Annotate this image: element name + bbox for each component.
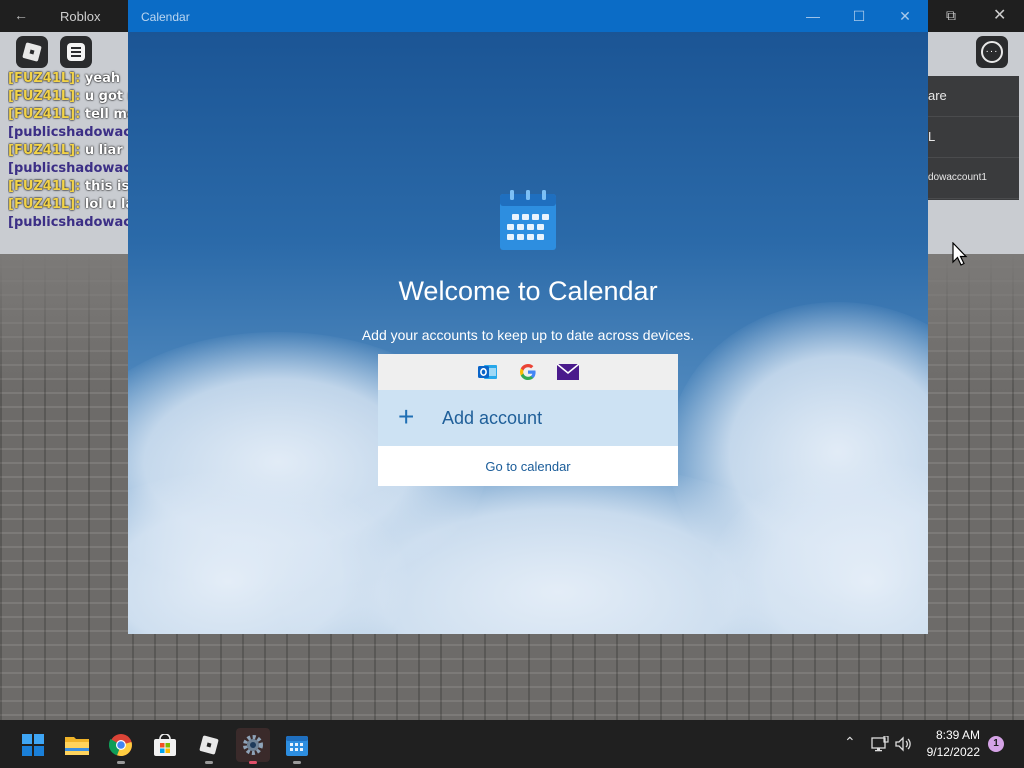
chat-username: [FUZ41L]: <box>8 143 81 158</box>
more-options-button[interactable]: ··· <box>976 36 1008 68</box>
running-indicator <box>249 761 257 764</box>
chat-message: [publicshadowacc <box>8 124 132 142</box>
calendar-app-icon <box>500 190 556 250</box>
chat-message: [FUZ41L]: yeah <box>8 70 132 88</box>
settings-button[interactable] <box>236 728 270 764</box>
google-icon <box>517 361 539 383</box>
add-account-button[interactable]: + Add account <box>378 390 678 446</box>
mouse-cursor-icon <box>952 242 968 266</box>
chat-username: [publicshadowacc <box>8 161 132 176</box>
start-icon <box>22 734 44 756</box>
maximize-button[interactable]: ☐ <box>836 0 882 32</box>
chat-username: [FUZ41L]: <box>8 71 81 86</box>
calendar-window-title: Calendar <box>141 10 190 24</box>
running-indicator <box>205 761 213 764</box>
chat-text: yeah <box>84 71 121 86</box>
start-button[interactable] <box>16 728 50 762</box>
roblox-logo-icon <box>22 42 42 62</box>
calendar-icon <box>286 736 308 756</box>
chat-text: tell me r <box>84 107 132 122</box>
restore-icon[interactable]: ⧉ <box>946 7 956 24</box>
roblox-button[interactable] <box>192 728 226 764</box>
mail-icon <box>557 361 579 383</box>
clock-time[interactable]: 8:39 AM <box>920 728 980 742</box>
notification-badge[interactable]: 1 <box>988 736 1004 752</box>
close-button[interactable]: ✕ <box>882 0 928 32</box>
chat-username: [FUZ41L]: <box>8 197 81 212</box>
chat-message: [FUZ41L]: u liar <box>8 142 132 160</box>
chat-message: [FUZ41L]: tell me r <box>8 106 132 124</box>
network-icon[interactable] <box>871 736 889 752</box>
microsoft-store-button[interactable] <box>148 728 182 762</box>
chrome-button[interactable] <box>104 728 138 764</box>
chat-text: u liar <box>84 143 123 158</box>
roblox-icon <box>199 735 219 755</box>
chat-message: [publicshadowacc <box>8 160 132 178</box>
chat-text: lol u lag <box>84 197 132 212</box>
file-explorer-icon <box>65 737 89 755</box>
plus-icon: + <box>398 401 415 432</box>
calendar-titlebar[interactable]: Calendar — ☐ ✕ <box>128 0 928 32</box>
back-arrow-icon[interactable]: ← <box>14 7 28 23</box>
microsoft-store-icon <box>154 734 176 756</box>
running-indicator <box>117 761 125 764</box>
go-to-calendar-button[interactable]: Go to calendar <box>378 446 678 486</box>
show-hidden-icons-chevron-icon[interactable]: ⌃ <box>844 734 856 751</box>
calendar-window: Calendar — ☐ ✕ Welcome to Calendar Add y… <box>128 0 928 634</box>
close-icon[interactable]: ✕ <box>993 5 1006 25</box>
calendar-button[interactable] <box>280 728 314 764</box>
chat-message: [FUZ41L]: lol u lag <box>8 196 132 214</box>
clock-date[interactable]: 9/12/2022 <box>918 745 980 759</box>
account-providers <box>378 354 678 390</box>
chat-log: [FUZ41L]: yeah[FUZ41L]: u got ro[FUZ41L]… <box>8 62 132 242</box>
chat-username: [FUZ41L]: <box>8 89 81 104</box>
player-list-item[interactable]: dowaccount1 <box>920 158 1019 199</box>
more-dots-icon: ··· <box>981 41 1003 63</box>
chat-text: u got ro <box>84 89 132 104</box>
chat-username: [publicshadowacc <box>8 215 132 230</box>
player-list[interactable]: are L dowaccount1 <box>920 76 1019 200</box>
player-list-item[interactable]: are <box>920 76 1019 117</box>
welcome-subtitle: Add your accounts to keep up to date acr… <box>361 327 695 343</box>
add-account-label: Add account <box>442 408 543 428</box>
chat-message: [FUZ41L]: this is p <box>8 178 132 196</box>
chat-message: [publicshadowacc <box>8 214 132 232</box>
volume-icon[interactable] <box>895 736 913 752</box>
welcome-heading: Welcome to Calendar <box>398 276 658 306</box>
outlook-icon <box>477 361 499 383</box>
chat-message: [FUZ41L]: u got ro <box>8 88 132 106</box>
file-explorer-button[interactable] <box>60 728 94 762</box>
chat-message <box>8 62 132 70</box>
chat-username: [FUZ41L]: <box>8 179 81 194</box>
settings-icon <box>243 735 263 755</box>
chat-username: [FUZ41L]: <box>8 107 81 122</box>
chat-text: this is p <box>84 179 132 194</box>
chrome-icon <box>109 734 132 757</box>
chat-username: [publicshadowacc <box>8 125 132 140</box>
chat-icon <box>67 43 85 61</box>
roblox-window-title: Roblox <box>60 9 101 24</box>
running-indicator <box>293 761 301 764</box>
minimize-button[interactable]: — <box>790 0 836 32</box>
calendar-welcome-pane: Welcome to Calendar Add your accounts to… <box>128 32 928 634</box>
player-list-item[interactable]: L <box>920 117 1019 158</box>
